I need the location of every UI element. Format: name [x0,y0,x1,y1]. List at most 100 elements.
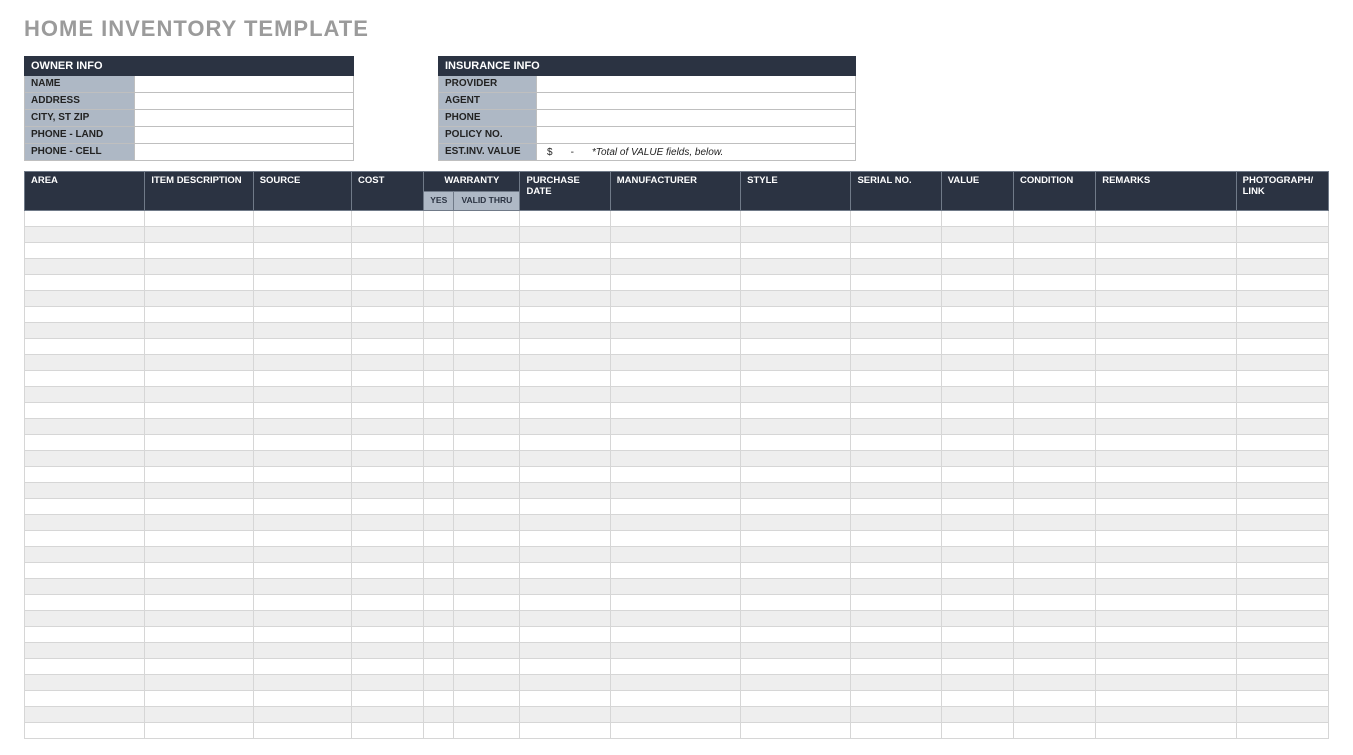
table-cell[interactable] [1236,370,1328,386]
table-cell[interactable] [941,434,1013,450]
table-cell[interactable] [610,514,740,530]
table-cell[interactable] [520,418,610,434]
table-cell[interactable] [1013,466,1095,482]
table-cell[interactable] [741,514,851,530]
table-cell[interactable] [520,578,610,594]
table-cell[interactable] [454,690,520,706]
table-cell[interactable] [610,498,740,514]
table-cell[interactable] [1013,578,1095,594]
table-cell[interactable] [424,690,454,706]
table-cell[interactable] [851,258,941,274]
table-cell[interactable] [454,466,520,482]
table-cell[interactable] [454,674,520,690]
table-cell[interactable] [1236,402,1328,418]
table-cell[interactable] [454,354,520,370]
insurance-provider-value[interactable] [537,76,855,92]
table-cell[interactable] [610,466,740,482]
table-cell[interactable] [851,674,941,690]
table-cell[interactable] [520,434,610,450]
table-cell[interactable] [1096,658,1236,674]
table-cell[interactable] [1236,434,1328,450]
table-cell[interactable] [520,210,610,226]
table-cell[interactable] [610,450,740,466]
table-cell[interactable] [1236,626,1328,642]
table-cell[interactable] [145,274,253,290]
table-cell[interactable] [424,530,454,546]
table-cell[interactable] [741,530,851,546]
table-cell[interactable] [941,274,1013,290]
table-cell[interactable] [741,210,851,226]
table-cell[interactable] [1013,370,1095,386]
table-cell[interactable] [610,626,740,642]
table-cell[interactable] [520,498,610,514]
table-cell[interactable] [145,594,253,610]
table-cell[interactable] [610,274,740,290]
table-cell[interactable] [1236,722,1328,738]
table-cell[interactable] [145,642,253,658]
table-cell[interactable] [851,306,941,322]
table-cell[interactable] [520,530,610,546]
table-cell[interactable] [520,290,610,306]
table-cell[interactable] [454,530,520,546]
table-cell[interactable] [610,722,740,738]
table-cell[interactable] [1236,674,1328,690]
table-cell[interactable] [454,306,520,322]
table-cell[interactable] [25,690,145,706]
table-cell[interactable] [351,594,423,610]
table-cell[interactable] [741,354,851,370]
table-cell[interactable] [1013,210,1095,226]
table-cell[interactable] [520,258,610,274]
table-cell[interactable] [454,418,520,434]
table-cell[interactable] [253,418,351,434]
table-cell[interactable] [351,242,423,258]
table-cell[interactable] [610,242,740,258]
table-cell[interactable] [1096,690,1236,706]
table-cell[interactable] [351,290,423,306]
table-cell[interactable] [253,690,351,706]
table-cell[interactable] [145,434,253,450]
table-cell[interactable] [25,642,145,658]
table-cell[interactable] [941,466,1013,482]
table-cell[interactable] [610,546,740,562]
table-cell[interactable] [741,546,851,562]
table-cell[interactable] [851,210,941,226]
table-cell[interactable] [741,594,851,610]
table-cell[interactable] [1096,722,1236,738]
table-cell[interactable] [424,594,454,610]
table-cell[interactable] [25,434,145,450]
table-cell[interactable] [851,322,941,338]
table-cell[interactable] [1236,258,1328,274]
table-cell[interactable] [454,242,520,258]
table-cell[interactable] [520,274,610,290]
table-cell[interactable] [941,306,1013,322]
table-cell[interactable] [1096,242,1236,258]
table-cell[interactable] [941,354,1013,370]
table-cell[interactable] [941,674,1013,690]
table-cell[interactable] [253,466,351,482]
table-cell[interactable] [741,434,851,450]
table-cell[interactable] [741,322,851,338]
table-cell[interactable] [520,306,610,322]
table-cell[interactable] [253,578,351,594]
table-cell[interactable] [424,258,454,274]
table-cell[interactable] [25,210,145,226]
table-cell[interactable] [741,562,851,578]
table-cell[interactable] [610,210,740,226]
table-cell[interactable] [610,402,740,418]
table-cell[interactable] [741,498,851,514]
table-cell[interactable] [1013,386,1095,402]
table-cell[interactable] [1096,706,1236,722]
table-cell[interactable] [741,706,851,722]
table-cell[interactable] [253,322,351,338]
table-cell[interactable] [25,338,145,354]
table-cell[interactable] [253,242,351,258]
table-cell[interactable] [145,338,253,354]
table-cell[interactable] [454,322,520,338]
table-cell[interactable] [941,658,1013,674]
table-cell[interactable] [145,722,253,738]
table-cell[interactable] [454,290,520,306]
table-cell[interactable] [1236,530,1328,546]
table-cell[interactable] [851,434,941,450]
table-cell[interactable] [520,674,610,690]
table-cell[interactable] [741,258,851,274]
